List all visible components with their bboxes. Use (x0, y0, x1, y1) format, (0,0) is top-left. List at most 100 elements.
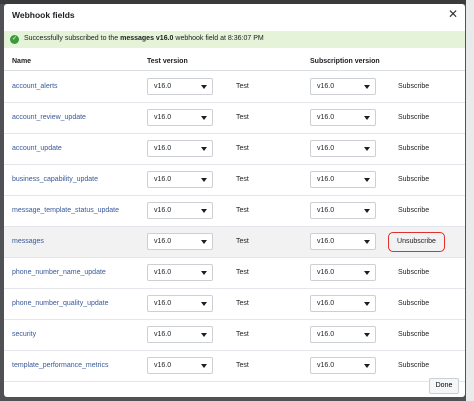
table-row: account_update v16.0 Test v16.0 Subscribe (4, 134, 465, 165)
subscription-version-value: v16.0 (317, 331, 335, 338)
subscription-version-select[interactable]: v16.0 (310, 233, 376, 250)
subscription-version-select[interactable]: v16.0 (310, 140, 376, 157)
subscription-version-value: v16.0 (317, 269, 335, 276)
field-name-link[interactable]: template_performance_metrics (12, 362, 109, 369)
table-row: security v16.0 Test v16.0 Subscribe (4, 320, 465, 351)
test-button[interactable]: Test (236, 238, 249, 245)
subscription-version-select[interactable]: v16.0 (310, 171, 376, 188)
test-button[interactable]: Test (236, 269, 249, 276)
table-row: messages v16.0 Test v16.0 Unsubscribe (4, 227, 465, 258)
subscription-version-value: v16.0 (317, 145, 335, 152)
test-button[interactable]: Test (236, 176, 249, 183)
column-header-test-version: Test version (147, 58, 188, 65)
subscription-version-value: v16.0 (317, 207, 335, 214)
subscribe-button[interactable]: Subscribe (398, 145, 429, 152)
test-version-value: v16.0 (154, 83, 172, 90)
dialog-footer: Done (4, 374, 465, 397)
subscribe-button[interactable]: Subscribe (398, 300, 429, 307)
test-version-select[interactable]: v16.0 (147, 357, 213, 374)
field-name-link[interactable]: messages (12, 238, 44, 245)
test-version-select[interactable]: v16.0 (147, 109, 213, 126)
caret-down-icon (201, 85, 207, 89)
test-version-value: v16.0 (154, 331, 172, 338)
test-button[interactable]: Test (236, 114, 249, 121)
caret-down-icon (364, 116, 370, 120)
close-icon[interactable]: ✕ (446, 7, 460, 21)
test-version-select[interactable]: v16.0 (147, 140, 213, 157)
subscribe-button[interactable]: Subscribe (398, 331, 429, 338)
caret-down-icon (201, 209, 207, 213)
banner-prefix: Successfully subscribed to the (24, 35, 121, 42)
caret-down-icon (201, 333, 207, 337)
subscription-version-select[interactable]: v16.0 (310, 357, 376, 374)
test-button[interactable]: Test (236, 331, 249, 338)
field-name-link[interactable]: account_review_update (12, 114, 86, 121)
caret-down-icon (364, 209, 370, 213)
table-header: Name Test version Subscription version (4, 55, 465, 71)
test-version-select[interactable]: v16.0 (147, 264, 213, 281)
caret-down-icon (201, 302, 207, 306)
subscription-version-select[interactable]: v16.0 (310, 109, 376, 126)
test-version-value: v16.0 (154, 145, 172, 152)
subscribe-button[interactable]: Subscribe (398, 83, 429, 90)
caret-down-icon (201, 240, 207, 244)
caret-down-icon (201, 147, 207, 151)
test-version-value: v16.0 (154, 300, 172, 307)
subscribe-button[interactable]: Subscribe (398, 362, 429, 369)
table-row: message_template_status_update v16.0 Test v… (4, 196, 465, 227)
test-button[interactable]: Test (236, 145, 249, 152)
table-row: phone_number_quality_update v16.0 Test v16.… (4, 289, 465, 320)
test-version-value: v16.0 (154, 207, 172, 214)
caret-down-icon (364, 147, 370, 151)
subscription-version-select[interactable]: v16.0 (310, 264, 376, 281)
check-circle-icon: ✓ (10, 35, 19, 44)
banner-field: messages v16.0 (120, 35, 174, 42)
subscription-version-select[interactable]: v16.0 (310, 202, 376, 219)
subscribe-button[interactable]: Subscribe (398, 269, 429, 276)
caret-down-icon (201, 178, 207, 182)
subscription-version-value: v16.0 (317, 362, 335, 369)
test-version-select[interactable]: v16.0 (147, 295, 213, 312)
test-version-select[interactable]: v16.0 (147, 78, 213, 95)
subscription-version-select[interactable]: v16.0 (310, 326, 376, 343)
test-version-select[interactable]: v16.0 (147, 326, 213, 343)
test-version-select[interactable]: v16.0 (147, 171, 213, 188)
field-name-link[interactable]: message_template_status_update (12, 207, 119, 214)
field-name-link[interactable]: phone_number_name_update (12, 269, 106, 276)
field-name-link[interactable]: account_update (12, 145, 62, 152)
subscription-version-value: v16.0 (317, 114, 335, 121)
test-button[interactable]: Test (236, 207, 249, 214)
caret-down-icon (364, 240, 370, 244)
test-version-select[interactable]: v16.0 (147, 202, 213, 219)
banner-message: Successfully subscribed to the messages … (24, 35, 264, 42)
subscribe-button[interactable]: Subscribe (398, 176, 429, 183)
field-name-link[interactable]: business_capability_update (12, 176, 98, 183)
caret-down-icon (364, 85, 370, 89)
test-button[interactable]: Test (236, 362, 249, 369)
caret-down-icon (364, 178, 370, 182)
test-version-select[interactable]: v16.0 (147, 233, 213, 250)
dialog-header: Webhook fields ✕ (4, 4, 465, 26)
caret-down-icon (364, 364, 370, 368)
subscribe-button[interactable]: Subscribe (398, 207, 429, 214)
test-button[interactable]: Test (236, 83, 249, 90)
success-banner: ✓ Successfully subscribed to the message… (4, 31, 465, 48)
caret-down-icon (364, 333, 370, 337)
field-name-link[interactable]: phone_number_quality_update (12, 300, 109, 307)
subscription-version-select[interactable]: v16.0 (310, 295, 376, 312)
field-name-link[interactable]: account_alerts (12, 83, 58, 90)
test-button[interactable]: Test (236, 300, 249, 307)
column-header-subscription-version: Subscription version (310, 58, 380, 65)
background-page-edge (466, 0, 474, 401)
column-header-name: Name (12, 58, 32, 65)
unsubscribe-button[interactable]: Unsubscribe (388, 232, 445, 252)
table-row: account_alerts v16.0 Test v16.0 Subscribe (4, 72, 465, 103)
done-button[interactable]: Done (429, 378, 459, 394)
test-version-value: v16.0 (154, 114, 172, 121)
table-row: phone_number_name_update v16.0 Test v16.0 Su… (4, 258, 465, 289)
test-version-value: v16.0 (154, 269, 172, 276)
webhook-fields-dialog: Webhook fields ✕ ✓ Successfully subscrib… (4, 4, 465, 397)
subscription-version-select[interactable]: v16.0 (310, 78, 376, 95)
subscribe-button[interactable]: Subscribe (398, 114, 429, 121)
field-name-link[interactable]: security (12, 331, 36, 338)
